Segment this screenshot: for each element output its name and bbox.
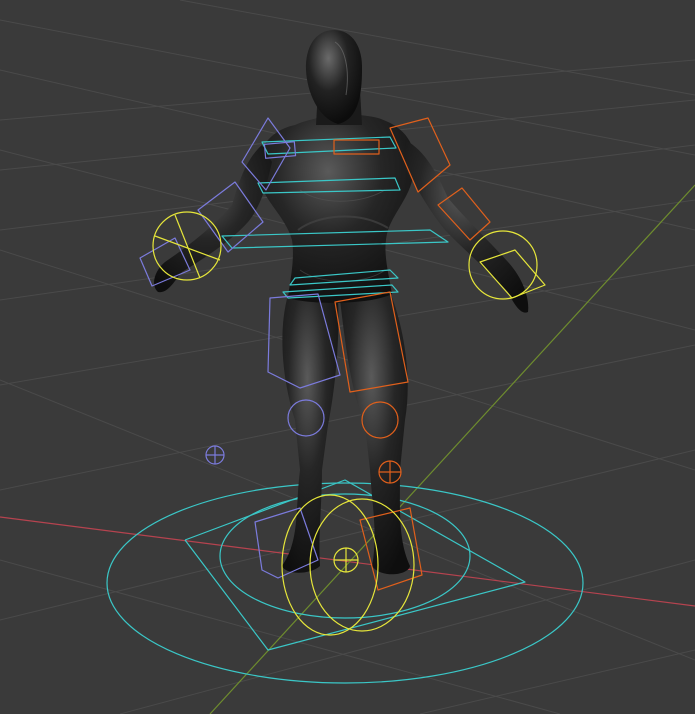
right-leg: [340, 292, 410, 575]
y-axis-line: [209, 184, 695, 714]
left-arm: [154, 145, 272, 293]
x-axis-line: [0, 516, 695, 607]
3d-viewport[interactable]: [0, 0, 695, 714]
root-control[interactable]: [106, 479, 584, 684]
head: [305, 30, 363, 124]
